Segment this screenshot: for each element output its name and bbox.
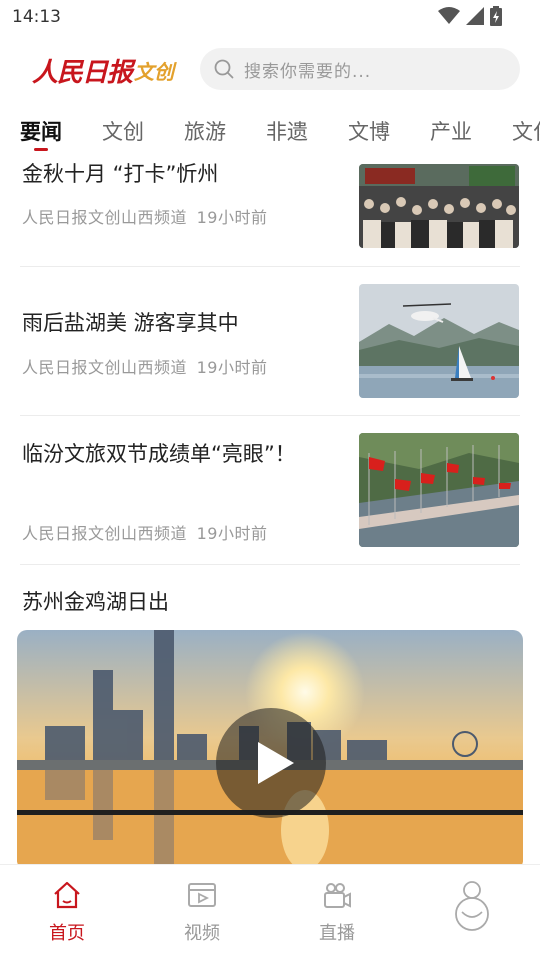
- news-item[interactable]: 临汾文旅双节成绩单“亮眼”！ 人民日报文创山西频道 19小时前: [0, 416, 540, 564]
- nav-live[interactable]: 直播: [287, 877, 387, 945]
- news-source: 人民日报文创山西频道: [22, 524, 188, 543]
- status-icons: [438, 6, 502, 26]
- nav-video-label: 视频: [184, 923, 220, 944]
- news-thumbnail: [359, 164, 519, 248]
- logo-main-text: 人民日报: [32, 57, 133, 88]
- news-title: 雨后盐湖美 游客享其中: [22, 311, 239, 335]
- battery-icon: [490, 6, 502, 26]
- tab-heritage[interactable]: 非遗: [266, 116, 308, 146]
- category-tabs: 要闻 文创 旅游 非遗 文博 产业 文化: [0, 112, 540, 152]
- logo-sub-text: 文创: [134, 59, 175, 84]
- news-time: 19小时前: [196, 524, 268, 543]
- tab-culture-creative[interactable]: 文创: [102, 116, 144, 146]
- divider: [20, 564, 520, 565]
- news-item[interactable]: 雨后盐湖美 游客享其中 人民日报文创山西频道 19小时前: [0, 267, 540, 415]
- news-title: 金秋十月 “打卡”忻州: [22, 162, 219, 186]
- status-time: 14:13: [12, 7, 61, 27]
- nav-profile[interactable]: [422, 877, 522, 939]
- app-header: 人民日报 文创 搜索你需要的...: [0, 42, 540, 98]
- search-placeholder: 搜索你需要的...: [244, 61, 372, 82]
- nav-video[interactable]: 视频: [152, 877, 252, 945]
- news-time: 19小时前: [196, 358, 268, 377]
- bottom-nav: 首页 视频 直播: [0, 864, 540, 960]
- news-meta: 人民日报文创山西频道 19小时前: [22, 354, 267, 378]
- news-source: 人民日报文创山西频道: [22, 358, 188, 377]
- video-card[interactable]: [17, 630, 523, 864]
- tab-culture[interactable]: 文化: [512, 116, 540, 146]
- search-bar[interactable]: 搜索你需要的...: [200, 48, 520, 90]
- nav-home[interactable]: 首页: [17, 877, 117, 945]
- tab-museum[interactable]: 文博: [348, 116, 390, 146]
- news-feed[interactable]: 金秋十月 “打卡”忻州 人民日报文创山西频道 19小时前 雨后盐湖美 游客享其中…: [0, 152, 540, 864]
- video-icon: [188, 883, 216, 907]
- app-logo[interactable]: 人民日报 文创: [32, 50, 174, 90]
- live-camera-icon: [324, 883, 351, 908]
- wifi-icon: [438, 7, 460, 24]
- active-tab-indicator: [34, 148, 48, 151]
- news-title: 临汾文旅双节成绩单“亮眼”！: [22, 442, 296, 466]
- news-thumbnail: [359, 284, 519, 398]
- play-icon: [258, 742, 294, 784]
- status-bar: 14:13: [0, 0, 540, 34]
- tab-travel[interactable]: 旅游: [184, 116, 226, 146]
- search-icon: [214, 59, 234, 79]
- video-play-button[interactable]: [216, 708, 326, 818]
- news-time: 19小时前: [196, 208, 268, 227]
- tab-industry[interactable]: 产业: [430, 116, 472, 146]
- user-icon: [455, 881, 489, 931]
- home-icon: [54, 881, 80, 909]
- news-meta: 人民日报文创山西频道 19小时前: [22, 520, 267, 544]
- news-meta: 人民日报文创山西频道 19小时前: [22, 204, 267, 228]
- nav-live-label: 直播: [319, 923, 355, 944]
- tab-headlines[interactable]: 要闻: [20, 116, 62, 146]
- video-title[interactable]: 苏州金鸡湖日出: [22, 586, 169, 616]
- news-source: 人民日报文创山西频道: [22, 208, 188, 227]
- signal-icon: [466, 7, 484, 25]
- news-thumbnail: [359, 433, 519, 547]
- news-item[interactable]: 金秋十月 “打卡”忻州 人民日报文创山西频道 19小时前: [0, 152, 540, 266]
- nav-home-label: 首页: [49, 923, 85, 944]
